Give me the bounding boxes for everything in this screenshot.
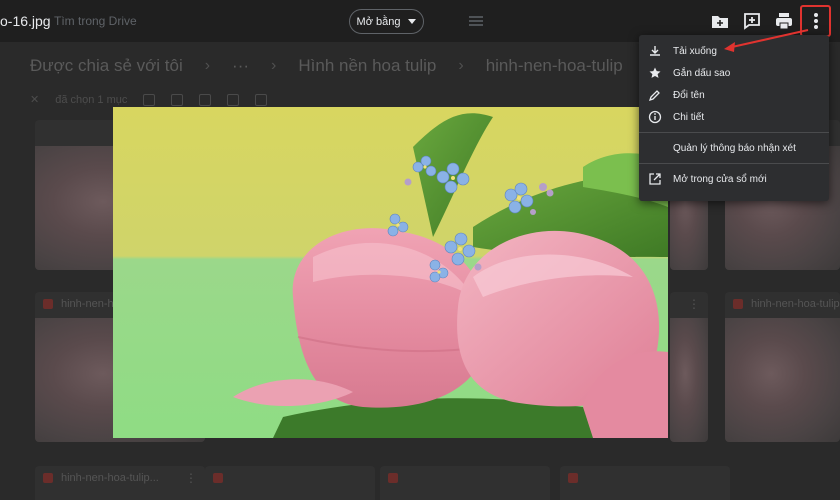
star-icon <box>649 67 661 78</box>
breadcrumb-item-shared: Được chia sẻ với tôi <box>30 56 183 75</box>
file-tile <box>560 466 730 500</box>
file-tile: hinh-nen-hoa-tulip... ⋮ <box>35 466 205 500</box>
find-in-drive-link[interactable]: Tìm trong Drive <box>54 14 137 28</box>
breadcrumb: Được chia sẻ với tôi › ··· › Hình nền ho… <box>30 56 623 76</box>
breadcrumb-item-folder: Hình nền hoa tulip <box>298 56 437 75</box>
menu-item-details[interactable]: Chi tiết <box>639 106 829 128</box>
menu-item-label: Tải xuống <box>673 45 717 57</box>
menu-item-label: Quản lý thông báo nhận xét <box>673 142 796 154</box>
image-preview <box>113 107 668 438</box>
file-tile: hinh-nen-hoa-tulip... <box>725 292 840 442</box>
print-icon[interactable] <box>774 11 794 31</box>
options-icon <box>469 16 483 26</box>
more-actions-button[interactable] <box>800 5 831 37</box>
image-file-icon <box>43 299 53 309</box>
more-vert-icon: ⋮ <box>688 297 700 311</box>
menu-item-label: Mở trong cửa sổ mới <box>673 173 767 185</box>
open-with-button[interactable]: Mở bằng <box>349 9 424 34</box>
menu-item-rename[interactable]: Đổi tên <box>639 84 829 106</box>
image-file-icon <box>388 473 398 483</box>
menu-item-download[interactable]: Tải xuống <box>639 40 829 62</box>
selection-count: đã chọn 1 mục <box>55 93 128 106</box>
file-tile: ⋮ <box>670 292 708 442</box>
chevron-right-icon: › <box>204 57 211 74</box>
edit-icon <box>648 90 660 102</box>
more-vert-icon: ⋮ <box>185 471 197 485</box>
menu-divider <box>639 132 829 133</box>
add-to-drive-icon[interactable] <box>710 11 730 31</box>
info-icon <box>648 110 662 124</box>
download-icon <box>171 93 184 106</box>
file-name: o-16.jpg <box>0 13 51 29</box>
caret-down-icon <box>408 19 417 24</box>
tulip-photo <box>113 107 668 438</box>
menu-divider <box>639 163 829 164</box>
chevron-right-icon: › <box>271 57 277 74</box>
breadcrumb-item-more: ··· <box>232 56 250 75</box>
add-comment-icon[interactable] <box>742 11 762 31</box>
menu-item-star[interactable]: Gắn dấu sao <box>639 62 829 84</box>
close-icon: ✕ <box>30 94 40 106</box>
menu-item-open-new-window[interactable]: Mở trong cửa sổ mới <box>639 168 829 190</box>
more-actions-menu: Tải xuống Gắn dấu sao Đổi tên Chi tiết Q… <box>639 35 829 201</box>
menu-item-manage-comment-notifications[interactable]: Quản lý thông báo nhận xét <box>639 137 829 159</box>
chevron-right-icon: › <box>458 57 464 74</box>
file-tile <box>380 466 550 500</box>
tile-label: hinh-nen-hoa-tulip... <box>61 472 159 484</box>
menu-item-label: Gắn dấu sao <box>673 67 731 79</box>
tile-label: hinh-nen-hoa-tulip... <box>751 298 840 310</box>
image-file-icon <box>43 473 53 483</box>
share-icon <box>143 93 156 106</box>
menu-item-label: Đổi tên <box>673 89 705 101</box>
image-file-icon <box>733 299 743 309</box>
menu-item-label: Chi tiết <box>673 111 705 123</box>
trash-icon <box>227 93 240 106</box>
breadcrumb-item-current: hinh-nen-hoa-tulip <box>485 56 623 75</box>
link-icon <box>255 93 268 106</box>
open-with-label: Mở bằng <box>356 15 401 28</box>
download-icon <box>650 46 660 56</box>
image-file-icon <box>568 473 578 483</box>
move-icon <box>199 93 212 106</box>
more-vert-icon <box>813 13 818 29</box>
selection-bar: ✕ đã chọn 1 mục <box>30 93 268 106</box>
file-tile <box>205 466 375 500</box>
open-new-window-icon <box>649 173 661 185</box>
image-file-icon <box>213 473 223 483</box>
